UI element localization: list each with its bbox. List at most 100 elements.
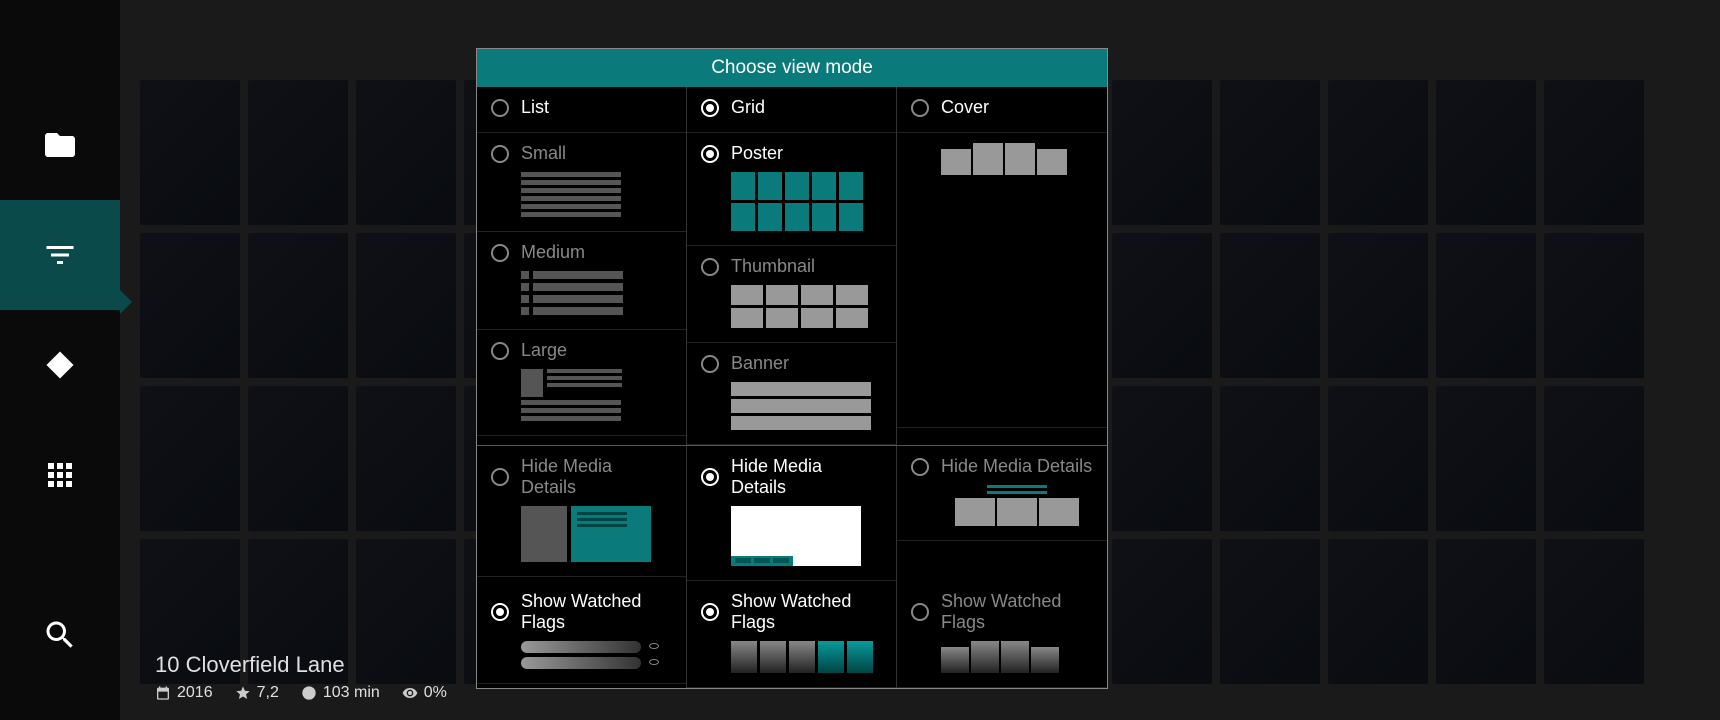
selected-info: 10 Cloverfield Lane 2016 7,2 103 min 0% — [155, 652, 447, 702]
folder-icon — [42, 127, 78, 163]
poster-thumb[interactable] — [1328, 539, 1428, 684]
preview-cover — [941, 143, 1093, 175]
label-poster: Poster — [731, 143, 783, 164]
grid-icon — [42, 457, 78, 493]
option-cover[interactable]: Cover — [911, 97, 1093, 118]
poster-thumb[interactable] — [1112, 233, 1212, 378]
option-list-medium[interactable]: Medium — [491, 242, 672, 263]
tag-icon — [42, 347, 78, 383]
label-thumbnail: Thumbnail — [731, 256, 815, 277]
selected-meta: 2016 7,2 103 min 0% — [155, 684, 447, 702]
sidebar-item-grid-view[interactable] — [0, 420, 120, 530]
label-hide-details-1: Hide Media Details — [521, 456, 672, 498]
option-grid[interactable]: Grid — [701, 97, 882, 118]
label-show-flags-3: Show Watched Flags — [941, 591, 1093, 633]
poster-thumb[interactable] — [1220, 539, 1320, 684]
clock-icon — [301, 685, 317, 701]
label-cover: Cover — [941, 97, 989, 118]
column-list: List Small Medium — [477, 87, 687, 445]
poster-thumb[interactable] — [140, 386, 240, 531]
sidebar-active-pointer — [120, 290, 132, 314]
meta-rating: 7,2 — [235, 684, 279, 702]
option-list-large[interactable]: Large — [491, 340, 672, 361]
poster-thumb[interactable] — [1220, 80, 1320, 225]
meta-year: 2016 — [155, 684, 213, 702]
meta-watched: 0% — [402, 684, 447, 702]
label-small: Small — [521, 143, 566, 164]
label-banner: Banner — [731, 353, 789, 374]
option-show-flags-grid[interactable]: Show Watched Flags — [701, 591, 882, 633]
search-icon — [42, 617, 78, 653]
sidebar-item-tags[interactable] — [0, 310, 120, 420]
poster-thumb[interactable] — [248, 386, 348, 531]
meta-duration: 103 min — [301, 684, 380, 702]
column-grid: Grid Poster Thumbnail — [687, 87, 897, 445]
preview-hide-details-list — [521, 506, 672, 562]
preview-flags-grid — [731, 641, 882, 673]
poster-thumb[interactable] — [1328, 386, 1428, 531]
poster-thumb[interactable] — [1544, 539, 1644, 684]
poster-thumb[interactable] — [356, 386, 456, 531]
meta-rating-value: 7,2 — [257, 684, 279, 702]
label-large: Large — [521, 340, 567, 361]
poster-thumb[interactable] — [356, 233, 456, 378]
poster-thumb[interactable] — [1436, 233, 1536, 378]
preview-hide-details-grid — [731, 506, 861, 566]
meta-watched-value: 0% — [424, 684, 447, 702]
poster-thumb[interactable] — [1328, 233, 1428, 378]
poster-thumb[interactable] — [1220, 233, 1320, 378]
option-grid-banner[interactable]: Banner — [701, 353, 882, 374]
option-hide-details-list[interactable]: Hide Media Details — [491, 456, 672, 498]
poster-thumb[interactable] — [356, 80, 456, 225]
poster-thumb[interactable] — [1328, 80, 1428, 225]
poster-thumb[interactable] — [1436, 80, 1536, 225]
label-list: List — [521, 97, 549, 118]
option-hide-details-cover[interactable]: Hide Media Details — [911, 456, 1093, 477]
dialog-title: Choose view mode — [477, 49, 1107, 87]
option-grid-thumbnail[interactable]: Thumbnail — [701, 256, 882, 277]
poster-thumb[interactable] — [140, 80, 240, 225]
poster-thumb[interactable] — [248, 233, 348, 378]
label-hide-details-3: Hide Media Details — [941, 456, 1092, 477]
option-grid-poster[interactable]: Poster — [701, 143, 882, 164]
option-list[interactable]: List — [491, 97, 672, 118]
option-list-small[interactable]: Small — [491, 143, 672, 164]
poster-thumb[interactable] — [1112, 539, 1212, 684]
preview-flags-cover — [941, 641, 1093, 673]
view-mode-dialog: Choose view mode List Small Med — [476, 48, 1108, 689]
label-show-flags-2: Show Watched Flags — [731, 591, 882, 633]
option-hide-details-grid[interactable]: Hide Media Details — [701, 456, 882, 498]
poster-thumb[interactable] — [248, 80, 348, 225]
poster-thumb[interactable] — [140, 233, 240, 378]
sidebar-item-search[interactable] — [0, 580, 120, 690]
preview-grid-banner — [731, 382, 882, 430]
label-hide-details-2: Hide Media Details — [731, 456, 882, 498]
poster-thumb[interactable] — [1112, 80, 1212, 225]
poster-thumb[interactable] — [1544, 80, 1644, 225]
poster-thumb[interactable] — [1220, 386, 1320, 531]
sidebar — [0, 0, 120, 720]
label-medium: Medium — [521, 242, 585, 263]
preview-hide-details-cover — [941, 485, 1093, 526]
preview-list-large — [521, 369, 672, 421]
meta-year-value: 2016 — [177, 684, 213, 702]
poster-thumb[interactable] — [1544, 233, 1644, 378]
calendar-icon — [155, 685, 171, 701]
filter-icon — [42, 237, 78, 273]
option-show-flags-list[interactable]: Show Watched Flags — [491, 591, 672, 633]
label-grid: Grid — [731, 97, 765, 118]
poster-thumb[interactable] — [1112, 386, 1212, 531]
star-icon — [235, 685, 251, 701]
eye-icon — [402, 685, 418, 701]
option-show-flags-cover[interactable]: Show Watched Flags — [911, 591, 1093, 633]
preview-list-medium — [521, 271, 672, 315]
poster-thumb[interactable] — [1544, 386, 1644, 531]
preview-list-small — [521, 172, 672, 217]
poster-thumb[interactable] — [1436, 539, 1536, 684]
label-show-flags-1: Show Watched Flags — [521, 591, 672, 633]
preview-grid-poster — [731, 172, 882, 231]
sidebar-item-browse[interactable] — [0, 90, 120, 200]
column-cover: Cover — [897, 87, 1107, 445]
sidebar-item-filter[interactable] — [0, 200, 120, 310]
poster-thumb[interactable] — [1436, 386, 1536, 531]
